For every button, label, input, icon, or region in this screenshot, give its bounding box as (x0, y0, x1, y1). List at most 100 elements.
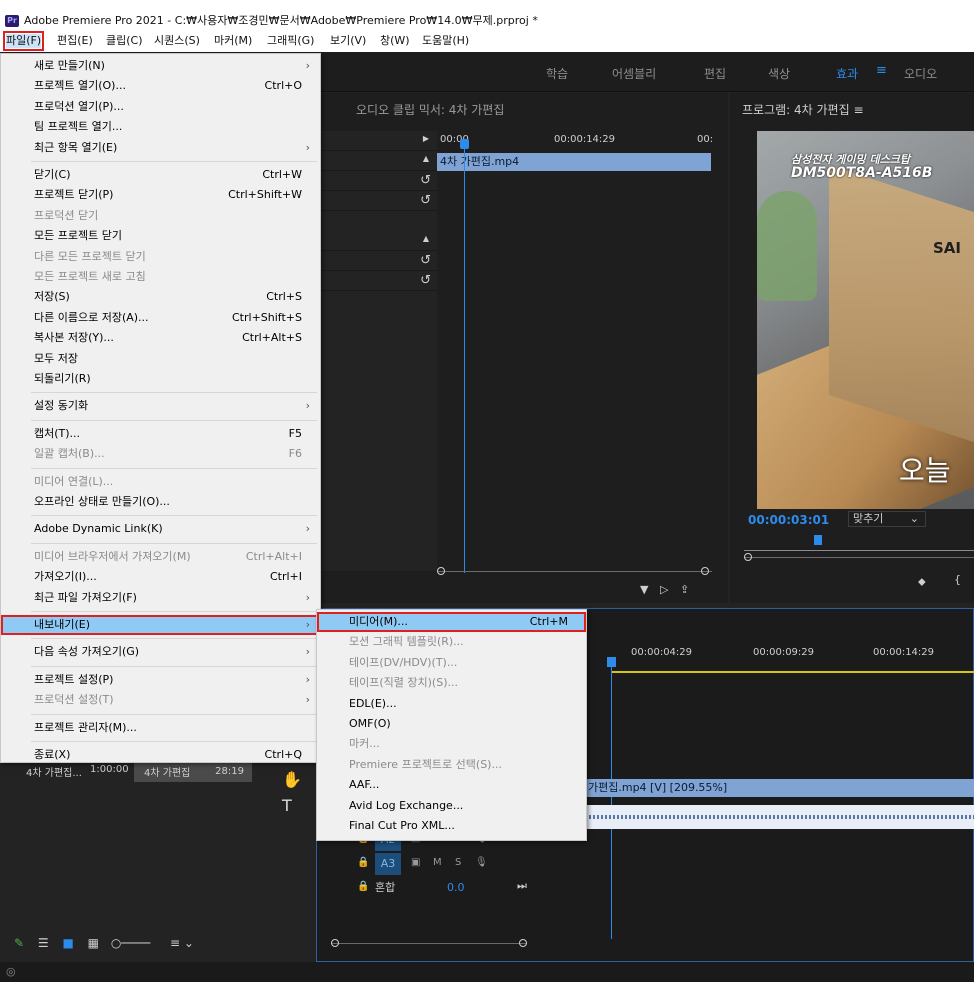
file-menu-item[interactable]: 설정 동기화 › (1, 396, 320, 416)
collapse-triangle-icon[interactable]: ▲ (423, 154, 429, 163)
type-tool-icon[interactable]: T (282, 796, 292, 815)
file-menu-item[interactable]: 프로젝트 설정(P) › (1, 670, 320, 690)
reset-icon[interactable]: ↺ (420, 173, 431, 188)
export-menu-item[interactable]: OMF(O) (317, 714, 586, 734)
reset-icon[interactable]: ↺ (420, 193, 431, 208)
scroll-handle-left[interactable] (331, 939, 339, 947)
file-menu-item[interactable]: 다음 속성 가져오기(G) › (1, 642, 320, 662)
file-menu-item[interactable]: 새로 만들기(N) › (1, 56, 320, 76)
sort-icon[interactable]: ≡ ⌄ (170, 936, 194, 950)
menu-view[interactable]: 보기(V) (330, 34, 366, 48)
file-menu-item[interactable]: 오프라인 상태로 만들기(O)... (1, 492, 320, 512)
timeline-playhead-handle[interactable] (607, 657, 616, 667)
file-menu-item[interactable]: 팀 프로젝트 열기... (1, 117, 320, 137)
timeline-audio-clip[interactable] (585, 805, 974, 829)
reset-icon[interactable]: ↺ (420, 253, 431, 268)
program-fit-dropdown[interactable]: 맞추기 ⌄ (848, 511, 926, 527)
workspace-tab-color[interactable]: 색상 (768, 65, 790, 82)
scroll-handle-right[interactable] (701, 567, 709, 575)
sync-lock-icon[interactable]: ▣ (411, 857, 420, 868)
solo-button[interactable]: S (455, 857, 461, 868)
program-monitor-title[interactable]: 프로그램: 4차 가편집 ≡ (742, 101, 864, 118)
mixer-time-ruler[interactable]: 00:00 00:00:14:29 00: (437, 131, 728, 153)
scroll-handle-left[interactable] (744, 553, 752, 561)
file-menu-item[interactable]: 프로젝트 열기(O)... Ctrl+O (1, 76, 320, 96)
timeline-video-clip[interactable]: 가편집.mp4 [V] [209.55%] (585, 779, 974, 797)
panel-menu-icon[interactable]: ≡ (853, 103, 863, 117)
program-video-frame[interactable]: SAI 삼성전자 게이밍 데스크탑 DM500T8A-A516B 오늘 (757, 131, 974, 509)
collapse-triangle-icon[interactable]: ▲ (423, 234, 429, 243)
audio-icon[interactable]: ▷ (660, 583, 668, 596)
file-menu-item[interactable]: 닫기(C) Ctrl+W (1, 165, 320, 185)
filter-icon[interactable]: ▼ (640, 583, 648, 596)
export-menu-item[interactable]: Final Cut Pro XML... (317, 816, 586, 836)
project-item-name[interactable]: 4차 가편집... (26, 764, 82, 779)
workspace-tab-effects[interactable]: 효과 (836, 65, 858, 82)
program-timecode[interactable]: 00:00:03:01 (748, 513, 829, 527)
file-menu-item[interactable]: 다른 이름으로 저장(A)... Ctrl+Shift+S (1, 308, 320, 328)
mute-button[interactable]: M (433, 857, 442, 868)
audio-mixer-title[interactable]: 오디오 클립 믹서: 4차 가편집 (356, 101, 504, 118)
add-marker-icon[interactable]: ⬥ (918, 575, 926, 589)
freeform-view-icon[interactable]: ▦ (88, 936, 99, 950)
program-scrollbar[interactable] (744, 553, 974, 561)
go-to-end-icon[interactable]: ⏭ (517, 879, 527, 893)
menu-clip[interactable]: 클립(C) (106, 34, 143, 48)
export-menu-item[interactable]: 미디어(M)... Ctrl+M (317, 612, 586, 632)
hand-tool-icon[interactable]: ✋ (282, 770, 302, 789)
file-menu-item[interactable]: 저장(S) Ctrl+S (1, 287, 320, 307)
track-name[interactable]: A3 (375, 853, 401, 875)
list-view-icon[interactable]: ☰ (38, 936, 49, 950)
workspace-tab-audio[interactable]: 오디오 (904, 65, 937, 82)
file-menu-item[interactable]: 프로덕션 열기(P)... (1, 97, 320, 117)
mixer-clip[interactable]: 4차 가편집.mp4 (437, 153, 711, 171)
microphone-icon[interactable]: 🎙 (475, 857, 488, 868)
mixer-playhead[interactable] (464, 139, 465, 573)
mix-volume-value[interactable]: 0.0 (447, 881, 465, 894)
program-time-ruler[interactable] (744, 543, 974, 551)
file-menu-item[interactable]: 캡처(T)... F5 (1, 424, 320, 444)
file-menu-item[interactable]: 최근 파일 가져오기(F) › (1, 588, 320, 608)
reset-icon[interactable]: ↺ (420, 273, 431, 288)
workspace-tab-learn[interactable]: 학습 (546, 65, 568, 82)
file-menu-item[interactable]: Adobe Dynamic Link(K) › (1, 519, 320, 539)
file-menu-item[interactable]: 복사본 저장(Y)... Ctrl+Alt+S (1, 328, 320, 348)
file-menu-item[interactable]: 종료(X) Ctrl+Q (1, 745, 320, 765)
pencil-icon[interactable]: ✎ (14, 936, 24, 950)
icon-view-icon[interactable]: ■ (62, 936, 73, 950)
workspace-tab-assembly[interactable]: 어셈블리 (612, 65, 656, 82)
timeline-time-ruler[interactable]: 00:00:04:29 00:00:09:29 00:00:14:29 (611, 639, 974, 669)
program-playhead[interactable] (814, 535, 822, 545)
zoom-slider[interactable]: ○──── (111, 936, 150, 950)
export-menu-item[interactable]: EDL(E)... (317, 694, 586, 714)
file-menu-item[interactable]: 프로젝트 관리자(M)... (1, 718, 320, 738)
scroll-handle-right[interactable] (519, 939, 527, 947)
file-menu-item[interactable]: 최근 항목 열기(E) › (1, 138, 320, 158)
file-menu-item[interactable]: 내보내기(E) › (1, 615, 320, 635)
menu-marker[interactable]: 마커(M) (214, 34, 252, 48)
menu-edit[interactable]: 편집(E) (57, 34, 93, 48)
workspace-tab-editing[interactable]: 편집 (704, 65, 726, 82)
lock-icon[interactable]: 🔒 (357, 857, 369, 868)
timeline-playhead[interactable] (611, 659, 612, 939)
menu-graphics[interactable]: 그래픽(G) (267, 34, 314, 48)
mixer-playhead-handle[interactable] (460, 139, 469, 149)
menu-help[interactable]: 도움말(H) (422, 34, 469, 48)
file-menu-item[interactable]: 프로젝트 닫기(P) Ctrl+Shift+W (1, 185, 320, 205)
file-menu-item[interactable]: 모두 저장 (1, 349, 320, 369)
creative-cloud-icon[interactable]: ◎ (6, 965, 16, 978)
export-icon[interactable]: ⇪ (680, 583, 689, 596)
lock-icon[interactable]: 🔒 (357, 881, 369, 892)
mark-in-icon[interactable]: { (954, 573, 961, 586)
mixer-scrollbar[interactable] (437, 567, 712, 579)
file-menu-item[interactable]: 되돌리기(R) (1, 369, 320, 389)
file-menu-item[interactable]: 모든 프로젝트 닫기 (1, 226, 320, 246)
timeline-scrollbar[interactable] (331, 939, 527, 947)
scroll-handle-left[interactable] (437, 567, 445, 575)
workspace-menu-icon[interactable]: ≡ (876, 63, 887, 78)
play-triangle-icon[interactable]: ▶ (423, 134, 429, 143)
menu-sequence[interactable]: 시퀀스(S) (154, 34, 200, 48)
export-menu-item[interactable]: Avid Log Exchange... (317, 796, 586, 816)
work-area-bar[interactable] (611, 671, 974, 673)
menu-window[interactable]: 창(W) (380, 34, 410, 48)
